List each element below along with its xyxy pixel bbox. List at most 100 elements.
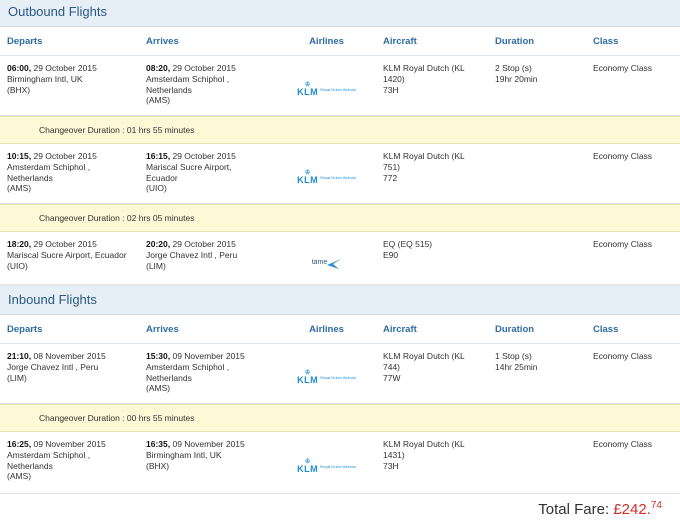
departure-code: (AMS) [7,183,32,194]
departure-airport: Amsterdam Schiphol , [7,449,91,460]
aircraft-flight-no: 751) [383,161,401,172]
changeover-banner: Changeover Duration : 02 hrs 05 minutes [0,204,680,232]
class-cell: Economy Class [593,239,653,249]
departure-code: (AMS) [7,471,32,482]
arrival-time: 15:30, [146,351,171,361]
departure-cell: 10:15, 29 October 2015 Amsterdam Schipho… [0,151,139,203]
arrival-airport: Amsterdam Schiphol , [146,361,230,372]
class-cell: Economy Class [593,151,653,161]
aircraft-operator: KLM Royal Dutch (KL [383,63,465,73]
airline-cell: ♔ KLM Royal Dutch Airlines [278,151,375,203]
aircraft-flight-no: 1431) [383,449,405,460]
col-duration: Duration [495,323,535,335]
tame-logo: tame [312,243,342,284]
col-class: Class [593,35,619,47]
departure-date: 09 November 2015 [31,439,106,449]
klm-logo-text: KLM [297,375,319,385]
arrival-time: 08:20, [146,63,171,73]
departure-airport: Amsterdam Schiphol , [7,161,91,172]
arrival-country: Netherlands [146,372,192,383]
departure-code: (LIM) [7,372,27,383]
bird-icon [327,258,342,269]
arrival-airport: Birmingham Intl, UK [146,449,222,460]
currency-symbol: £ [613,501,622,518]
arrival-date: 29 October 2015 [170,63,236,73]
flight-leg-row: 16:25, 09 November 2015 Amsterdam Schiph… [0,432,680,494]
klm-logo: ♔ KLM Royal Dutch Airlines [297,64,356,115]
klm-logo-subtitle: Royal Dutch Airlines [320,87,356,93]
outbound-section-title: Outbound Flights [0,0,680,27]
departure-airport: Mariscal Sucre Airport, Ecuador [7,249,127,260]
klm-logo: ♔ KLM Royal Dutch Airlines [297,352,356,403]
duration-cell [488,239,585,284]
total-fare: Total Fare: £242.74 [538,500,662,518]
arrival-date: 29 October 2015 [170,151,236,161]
arrival-cell: 15:30, 09 November 2015 Amsterdam Schiph… [139,351,278,403]
duration-cell: 2 Stop (s) 19hr 20min [488,63,585,115]
arrival-country: Ecuador [146,172,178,183]
total-fare-amount: £242.74 [613,500,662,518]
departure-time: 06:00, [7,63,32,73]
departure-airport: Birmingham Intl, UK [7,73,83,84]
class-cell: Economy Class [593,63,653,73]
changeover-banner: Changeover Duration : 00 hrs 55 minutes [0,404,680,432]
klm-logo-text: KLM [297,87,319,97]
inbound-column-headers: Departs Arrives Airlines Aircraft Durati… [0,315,680,344]
col-airlines: Airlines [309,35,344,47]
total-fare-label: Total Fare: [538,501,610,518]
departure-country: Netherlands [7,460,53,471]
duration-cell: 1 Stop (s) 14hr 25min [488,351,585,403]
aircraft-flight-no: 1420) [383,73,405,84]
airline-cell: ♔ KLM Royal Dutch Airlines [278,63,375,115]
departure-time: 21:10, [7,351,32,361]
col-arrives: Arrives [146,323,179,335]
duration-cell [488,151,585,203]
arrival-cell: 08:20, 29 October 2015 Amsterdam Schipho… [139,63,278,115]
departure-code: (UIO) [7,260,28,271]
airline-cell: tame [278,239,375,284]
arrival-time: 16:15, [146,151,171,161]
airline-cell: ♔ KLM Royal Dutch Airlines [278,439,375,493]
aircraft-cell: KLM Royal Dutch (KL 1420) 73H [375,63,488,115]
flight-leg-row: 06:00, 29 October 2015 Birmingham Intl, … [0,56,680,116]
arrival-time: 16:35, [146,439,171,449]
arrival-country: Netherlands [146,84,192,95]
arrival-airport: Mariscal Sucre Airport, [146,161,232,172]
aircraft-operator: EQ (EQ 515) [383,239,433,249]
arrival-code: (LIM) [146,260,166,271]
klm-logo-text: KLM [297,464,319,474]
departure-cell: 18:20, 29 October 2015 Mariscal Sucre Ai… [0,239,139,284]
col-class: Class [593,323,619,335]
arrival-cell: 16:35, 09 November 2015 Birmingham Intl,… [139,439,278,493]
arrival-time: 20:20, [146,239,171,249]
arrival-airport: Jorge Chavez Intl , Peru [146,249,238,260]
col-duration: Duration [495,35,535,47]
arrival-code: (AMS) [146,95,171,106]
fare-fraction: 74 [650,500,662,511]
arrival-cell: 16:15, 29 October 2015 Mariscal Sucre Ai… [139,151,278,203]
aircraft-type: 77W [383,372,401,383]
aircraft-type: 73H [383,84,399,95]
col-departs: Departs [7,35,43,47]
aircraft-cell: KLM Royal Dutch (KL 751) 772 [375,151,488,203]
klm-logo-subtitle: Royal Dutch Airlines [320,175,356,181]
departure-cell: 16:25, 09 November 2015 Amsterdam Schiph… [0,439,139,493]
aircraft-flight-no: 744) [383,361,401,372]
arrival-code: (BHX) [146,460,170,471]
departure-cell: 21:10, 08 November 2015 Jorge Chavez Int… [0,351,139,403]
col-aircraft: Aircraft [383,323,417,335]
fare-whole: 242. [621,501,651,518]
col-arrives: Arrives [146,35,179,47]
tame-logo-text: tame [311,259,328,267]
departure-date: 29 October 2015 [31,63,97,73]
klm-logo: ♔ KLM Royal Dutch Airlines [297,440,356,493]
aircraft-cell: EQ (EQ 515) E90 [375,239,488,284]
departure-time: 10:15, [7,151,32,161]
departure-date: 08 November 2015 [31,351,106,361]
flight-leg-row: 10:15, 29 October 2015 Amsterdam Schipho… [0,144,680,204]
aircraft-type: 73H [383,460,399,471]
duration-cell [488,439,585,493]
klm-logo-text: KLM [297,175,319,185]
departure-airport: Jorge Chavez Intl , Peru [7,361,99,372]
departure-date: 29 October 2015 [31,151,97,161]
